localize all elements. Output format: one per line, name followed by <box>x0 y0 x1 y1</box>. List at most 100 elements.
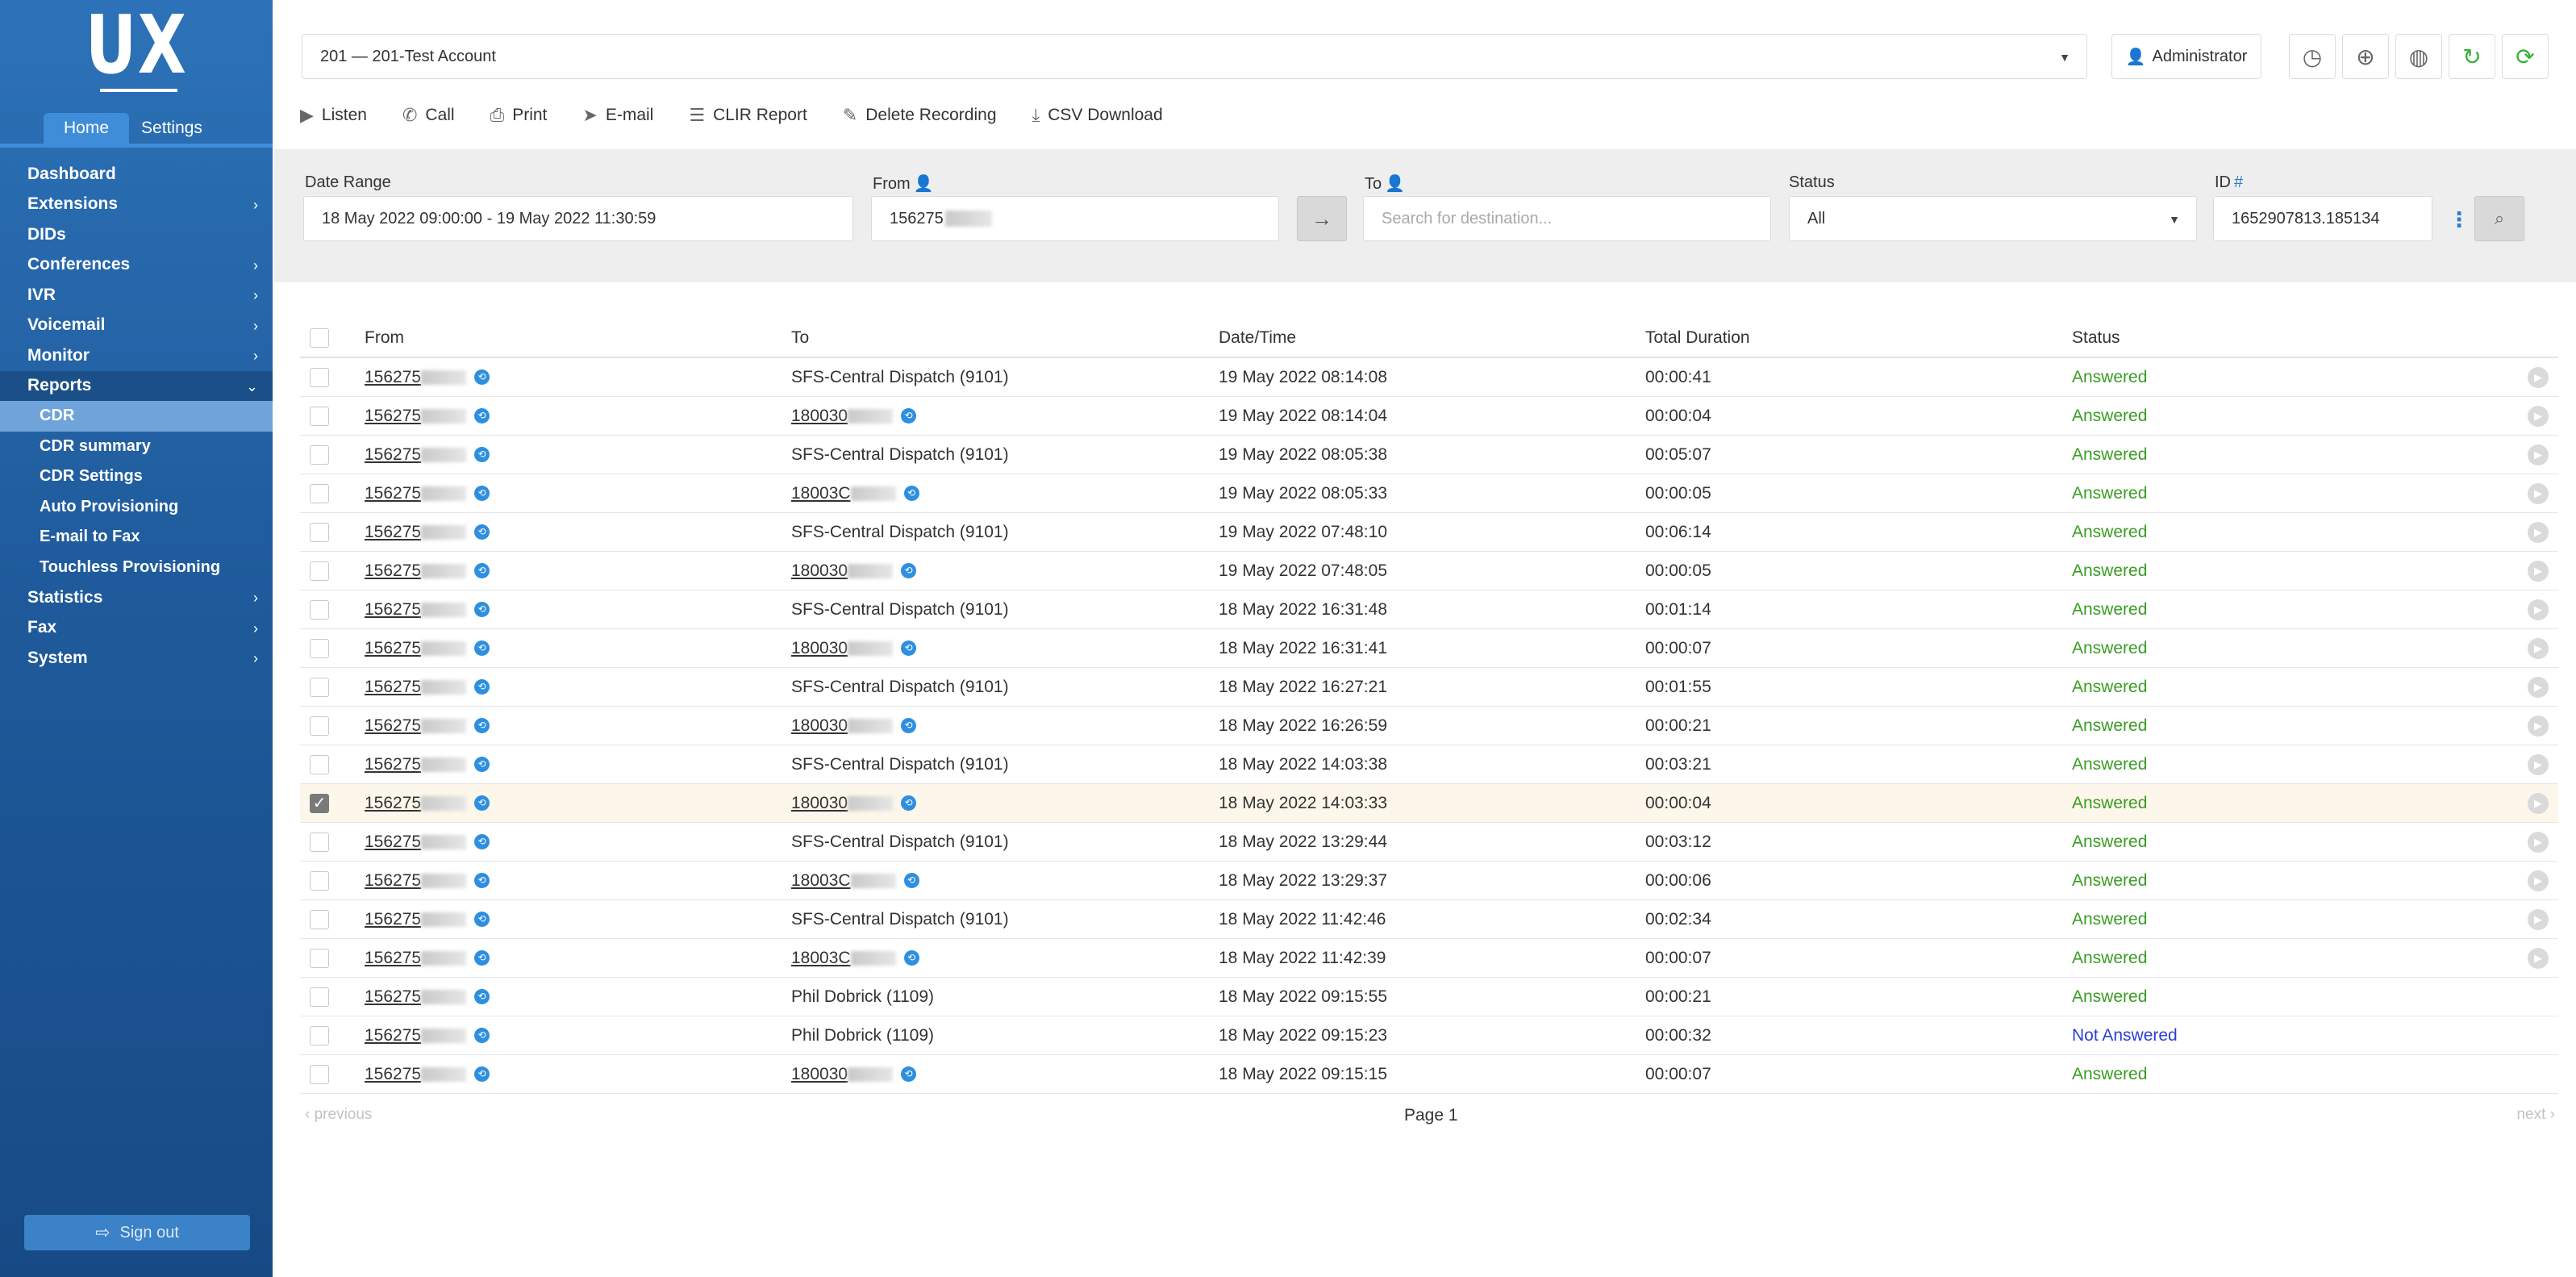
play-recording-icon[interactable]: ▶ <box>2528 521 2549 543</box>
sidebar-item-extensions[interactable]: Extensions › <box>0 190 273 220</box>
table-row[interactable]: 156275 ⟲ SFS-Central Dispatch (9101) 18 May… <box>300 591 2558 629</box>
to-number-link[interactable]: 18003C <box>791 949 896 967</box>
sidebar-item-system[interactable]: System › <box>0 643 273 674</box>
row-checkbox[interactable] <box>310 677 329 697</box>
table-row[interactable]: 156275 ⟲ 180030 ⟲ 19 May 2022 07:48:05 00:00:… <box>300 552 2558 591</box>
to-number-link[interactable]: 180030 <box>791 407 894 425</box>
table-row[interactable]: 156275 ⟲ 180030 ⟲ 18 May 2022 16:31:41 00:00:… <box>300 629 2558 668</box>
to-number-link[interactable]: 18003C <box>791 871 896 890</box>
from-input[interactable]: 156275 <box>871 196 1279 241</box>
row-checkbox[interactable] <box>310 406 329 426</box>
call-link-icon[interactable]: ⟲ <box>474 834 490 850</box>
call-link-icon[interactable]: ⟲ <box>474 989 490 1005</box>
sidebar-item-fax[interactable]: Fax › <box>0 613 273 644</box>
sidebar-subitem-auto-provisioning[interactable]: Auto Provisioning <box>0 492 273 523</box>
table-row[interactable]: 156275 ⟲ Phil Dobrick (1109) 18 May 2022 09… <box>300 1016 2558 1055</box>
play-recording-icon[interactable]: ▶ <box>2528 715 2549 737</box>
from-number-link[interactable]: 156275 <box>365 987 467 1006</box>
print-button[interactable]: ⎙ Print <box>490 105 548 126</box>
from-number-link[interactable]: 156275 <box>365 716 467 735</box>
play-recording-icon[interactable]: ▶ <box>2528 753 2549 775</box>
call-link-icon[interactable]: ⟲ <box>903 486 919 502</box>
call-link-icon[interactable]: ⟲ <box>901 795 917 812</box>
row-checkbox[interactable] <box>310 599 329 620</box>
table-row[interactable]: 156275 ⟲ 180030 ⟲ 19 May 2022 08:14:04 00:00:… <box>300 397 2558 436</box>
play-recording-icon[interactable]: ▶ <box>2528 599 2549 620</box>
sidebar-subitem-cdr-settings[interactable]: CDR Settings <box>0 461 273 492</box>
call-link-icon[interactable]: ⟲ <box>901 408 917 424</box>
table-row[interactable]: 156275 ⟲ SFS-Central Dispatch (9101) 18 May… <box>300 668 2558 707</box>
row-checkbox[interactable] <box>310 870 329 891</box>
column-from[interactable]: From <box>365 328 404 348</box>
swap-direction-button[interactable]: → <box>1297 196 1347 241</box>
sidebar-item-conferences[interactable]: Conferences › <box>0 250 273 281</box>
call-link-icon[interactable]: ⟲ <box>901 563 917 579</box>
row-checkbox[interactable] <box>310 1025 329 1045</box>
from-number-link[interactable]: 156275 <box>365 561 467 580</box>
call-link-icon[interactable]: ⟲ <box>474 757 490 773</box>
select-all-checkbox[interactable] <box>310 328 329 348</box>
search-button[interactable]: ⌕ <box>2474 196 2524 241</box>
sidebar-item-ivr[interactable]: IVR › <box>0 280 273 311</box>
from-number-link[interactable]: 156275 <box>365 871 467 890</box>
next-page-link[interactable]: next › <box>2516 1106 2555 1124</box>
to-search-input[interactable]: Search for destination... <box>1363 196 1771 241</box>
row-checkbox[interactable] <box>310 561 329 581</box>
from-number-link[interactable]: 156275 <box>365 755 467 774</box>
call-link-icon[interactable]: ⟲ <box>903 873 919 889</box>
from-number-link[interactable]: 156275 <box>365 910 467 929</box>
call-link-icon[interactable]: ⟲ <box>474 447 490 463</box>
column-date[interactable]: Date/Time <box>1219 328 1296 348</box>
call-link-icon[interactable]: ⟲ <box>474 873 490 889</box>
from-number-link[interactable]: 156275 <box>365 600 467 619</box>
call-link-icon[interactable]: ⟲ <box>474 679 490 695</box>
sidebar-item-reports[interactable]: Reports ⌄ <box>0 370 273 401</box>
call-link-icon[interactable]: ⟲ <box>474 524 490 540</box>
to-number-link[interactable]: 180030 <box>791 794 894 812</box>
sync-button[interactable]: ⟳ <box>2502 34 2549 79</box>
call-link-icon[interactable]: ⟲ <box>474 912 490 928</box>
play-recording-icon[interactable]: ▶ <box>2528 366 2549 388</box>
table-row[interactable]: 156275 ⟲ SFS-Central Dispatch (9101) 19 May… <box>300 358 2558 397</box>
play-recording-icon[interactable]: ▶ <box>2528 908 2549 930</box>
call-link-icon[interactable]: ⟲ <box>474 408 490 424</box>
row-checkbox[interactable] <box>310 483 329 503</box>
from-number-link[interactable]: 156275 <box>365 794 467 812</box>
clir-report-button[interactable]: ☰ CLIR Report <box>689 105 807 126</box>
table-row[interactable]: 156275 ⟲ SFS-Central Dispatch (9101) 18 May… <box>300 900 2558 939</box>
to-number-link[interactable]: 180030 <box>791 716 894 735</box>
play-recording-icon[interactable]: ▶ <box>2528 831 2549 853</box>
call-link-icon[interactable]: ⟲ <box>474 641 490 657</box>
row-checkbox[interactable] <box>310 716 329 736</box>
table-row[interactable]: 156275 ⟲ 18003C ⟲ 19 May 2022 08:05:33 00:00:… <box>300 474 2558 513</box>
sidebar-subitem-cdr[interactable]: CDR <box>0 401 273 432</box>
call-link-icon[interactable]: ⟲ <box>474 486 490 502</box>
call-button[interactable]: ✆ Call <box>402 105 455 126</box>
table-row[interactable]: 156275 ⟲ SFS-Central Dispatch (9101) 19 May… <box>300 513 2558 552</box>
row-checkbox[interactable] <box>310 909 329 929</box>
language-button[interactable]: ◍ <box>2395 34 2442 79</box>
from-number-link[interactable]: 156275 <box>365 445 467 464</box>
call-link-icon[interactable]: ⟲ <box>474 1066 490 1083</box>
table-row[interactable]: 156275 ⟲ SFS-Central Dispatch (9101) 18 May… <box>300 745 2558 784</box>
sidebar-subitem-touchless-provisioning[interactable]: Touchless Provisioning <box>0 553 273 583</box>
from-number-link[interactable]: 156275 <box>365 523 467 541</box>
play-recording-icon[interactable]: ▶ <box>2528 444 2549 465</box>
status-select[interactable]: All ▼ <box>1789 196 2197 241</box>
from-number-link[interactable]: 156275 <box>365 1065 467 1083</box>
to-number-link[interactable]: 18003C <box>791 484 896 503</box>
column-duration[interactable]: Total Duration <box>1645 328 1750 348</box>
refresh-button[interactable]: ↻ <box>2449 34 2495 79</box>
tab-home[interactable]: Home <box>44 113 129 144</box>
row-checkbox[interactable]: ✓ <box>310 793 329 813</box>
from-number-link[interactable]: 156275 <box>365 678 467 696</box>
table-row[interactable]: 156275 ⟲ 180030 ⟲ 18 May 2022 09:15:15 00:00:… <box>300 1055 2558 1094</box>
to-number-link[interactable]: 180030 <box>791 561 894 580</box>
from-number-link[interactable]: 156275 <box>365 1026 467 1045</box>
to-number-link[interactable]: 180030 <box>791 1065 894 1083</box>
csv-download-button[interactable]: ⤓ CSV Download <box>1032 105 1163 126</box>
row-checkbox[interactable] <box>310 1064 329 1084</box>
call-link-icon[interactable]: ⟲ <box>474 369 490 386</box>
row-checkbox[interactable] <box>310 444 329 465</box>
table-row[interactable]: 156275 ⟲ SFS-Central Dispatch (9101) 18 May… <box>300 823 2558 862</box>
